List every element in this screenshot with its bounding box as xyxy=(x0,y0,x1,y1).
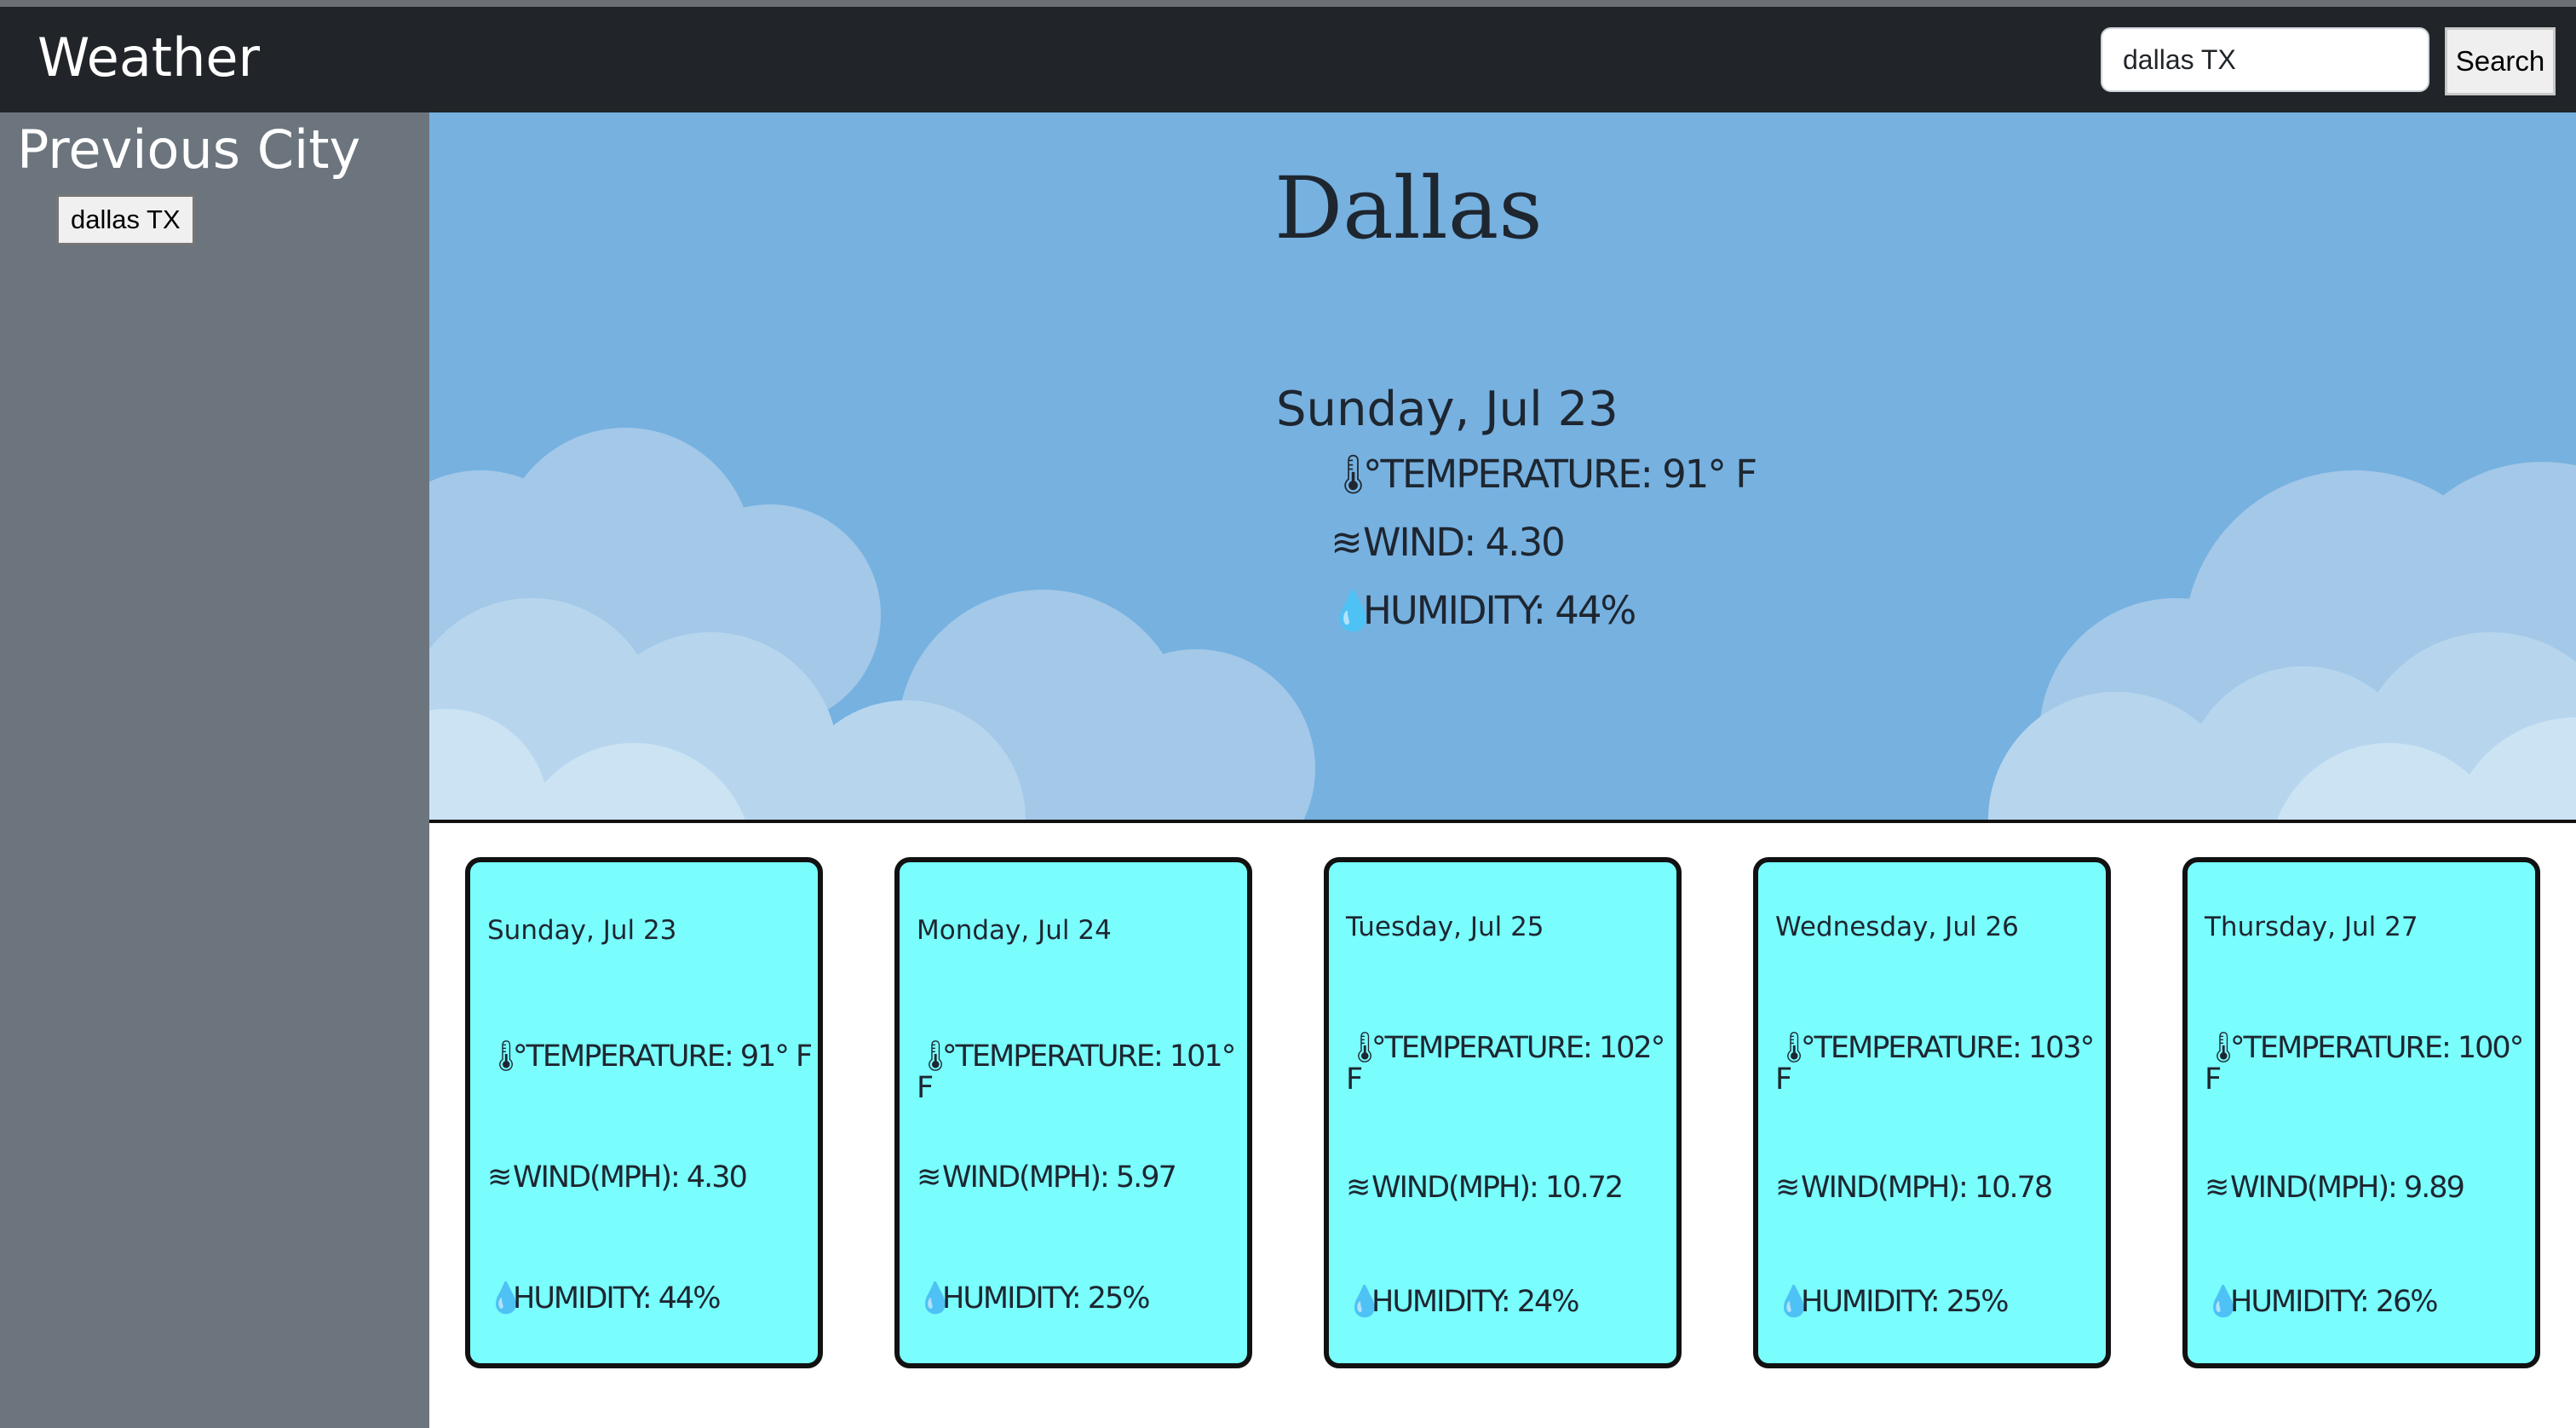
forecast-humidity: 💧HUMIDITY: 26% xyxy=(2205,1287,2537,1318)
forecast-date: Tuesday, Jul 25 xyxy=(1346,912,1544,942)
history-city-button[interactable]: dallas TX xyxy=(56,194,195,245)
forecast-card: Tuesday, Jul 25 🌡°TEMPERATURE: 102° F ≋W… xyxy=(1324,857,1682,1368)
forecast-wind: ≋WIND(MPH): 5.97 xyxy=(917,1162,1249,1194)
forecast-temperature: 🌡°TEMPERATURE: 91° F xyxy=(487,1041,819,1073)
forecast-humidity: 💧HUMIDITY: 25% xyxy=(1775,1287,2107,1318)
search-input[interactable] xyxy=(2101,27,2429,92)
forecast-temperature: 🌡°TEMPERATURE: 102° F xyxy=(1346,1033,1678,1096)
wind-icon: ≋ xyxy=(487,1160,512,1195)
current-humidity-text: HUMIDITY: 44% xyxy=(1363,588,1636,633)
sidebar-title: Previous City xyxy=(17,118,361,181)
current-humidity: 💧HUMIDITY: 44% xyxy=(1329,588,1636,633)
forecast-wind-text: WIND(MPH): 9.89 xyxy=(2230,1171,2465,1205)
wind-icon: ≋ xyxy=(1331,520,1363,565)
forecast-humidity-text: HUMIDITY: 26% xyxy=(2230,1285,2439,1319)
forecast-wind: ≋WIND(MPH): 10.72 xyxy=(1346,1172,1678,1204)
search-button[interactable]: Search xyxy=(2445,27,2556,95)
droplet-icon: 💧 xyxy=(1329,588,1377,633)
thermometer-icon: 🌡 xyxy=(2205,1031,2242,1065)
thermometer-icon: 🌡 xyxy=(1346,1031,1383,1065)
forecast-humidity-text: HUMIDITY: 25% xyxy=(942,1281,1151,1316)
current-temperature: 🌡°TEMPERATURE: 91° F xyxy=(1329,452,1757,497)
forecast-humidity-text: HUMIDITY: 44% xyxy=(513,1281,722,1316)
forecast-wind-text: WIND(MPH): 10.72 xyxy=(1371,1171,1624,1205)
forecast-card: Wednesday, Jul 26 🌡°TEMPERATURE: 103° F … xyxy=(1753,857,2111,1368)
navbar: Weather Search xyxy=(0,7,2576,112)
wind-icon: ≋ xyxy=(1346,1171,1371,1205)
forecast-temperature-text: °TEMPERATURE: 100° F xyxy=(2205,1031,2524,1097)
wind-icon: ≋ xyxy=(2205,1171,2229,1205)
thermometer-icon: 🌡 xyxy=(1329,452,1377,497)
forecast-wind: ≋WIND(MPH): 10.78 xyxy=(1775,1172,2107,1204)
forecast-temperature-text: °TEMPERATURE: 102° F xyxy=(1346,1031,1665,1097)
forecast-temperature-text: °TEMPERATURE: 91° F xyxy=(513,1039,813,1074)
forecast-humidity: 💧HUMIDITY: 24% xyxy=(1346,1287,1678,1318)
forecast-temperature: 🌡°TEMPERATURE: 101° F xyxy=(917,1041,1249,1104)
forecast-card: Sunday, Jul 23 🌡°TEMPERATURE: 91° F ≋WIN… xyxy=(465,857,823,1368)
current-city-name: Dallas xyxy=(1274,158,1543,258)
forecast-wind-text: WIND(MPH): 10.78 xyxy=(1801,1171,2053,1205)
forecast-temperature-text: °TEMPERATURE: 103° F xyxy=(1775,1031,2095,1097)
sidebar: Previous City dallas TX xyxy=(0,112,429,1428)
brand-title: Weather xyxy=(37,26,261,89)
wind-icon: ≋ xyxy=(1775,1171,1800,1205)
forecast-humidity-text: HUMIDITY: 25% xyxy=(1801,1285,2010,1319)
forecast-date: Wednesday, Jul 26 xyxy=(1775,912,2019,942)
droplet-icon: 💧 xyxy=(2205,1285,2242,1319)
forecast-temperature: 🌡°TEMPERATURE: 100° F xyxy=(2205,1033,2537,1096)
forecast-date: Thursday, Jul 27 xyxy=(2205,912,2418,942)
thermometer-icon: 🌡 xyxy=(487,1039,525,1074)
window-top-edge xyxy=(0,0,2576,7)
forecast-humidity: 💧HUMIDITY: 25% xyxy=(917,1283,1249,1315)
forecast-wind: ≋WIND(MPH): 4.30 xyxy=(487,1162,819,1194)
wind-icon: ≋ xyxy=(917,1160,941,1195)
droplet-icon: 💧 xyxy=(1775,1285,1813,1319)
forecast-humidity-text: HUMIDITY: 24% xyxy=(1371,1285,1580,1319)
forecast-humidity: 💧HUMIDITY: 44% xyxy=(487,1283,819,1315)
current-date: Sunday, Jul 23 xyxy=(1276,382,1619,437)
current-wind: ≋WIND: 4.30 xyxy=(1329,520,1566,565)
forecast-card: Monday, Jul 24 🌡°TEMPERATURE: 101° F ≋WI… xyxy=(894,857,1252,1368)
forecast-date: Sunday, Jul 23 xyxy=(487,915,677,946)
droplet-icon: 💧 xyxy=(1346,1285,1383,1319)
current-temperature-text: °TEMPERATURE: 91° F xyxy=(1363,452,1757,497)
forecast-temperature-text: °TEMPERATURE: 101° F xyxy=(917,1039,1236,1105)
forecast-card: Thursday, Jul 27 🌡°TEMPERATURE: 100° F ≋… xyxy=(2182,857,2540,1368)
forecast-wind: ≋WIND(MPH): 9.89 xyxy=(2205,1172,2537,1204)
hero-divider xyxy=(429,820,2576,823)
thermometer-icon: 🌡 xyxy=(917,1039,954,1074)
current-wind-text: WIND: 4.30 xyxy=(1363,520,1566,565)
droplet-icon: 💧 xyxy=(917,1281,954,1316)
forecast-temperature: 🌡°TEMPERATURE: 103° F xyxy=(1775,1033,2107,1096)
forecast-wind-text: WIND(MPH): 5.97 xyxy=(942,1160,1177,1195)
droplet-icon: 💧 xyxy=(487,1281,525,1316)
forecast-wind-text: WIND(MPH): 4.30 xyxy=(513,1160,748,1195)
thermometer-icon: 🌡 xyxy=(1775,1031,1813,1065)
forecast-date: Monday, Jul 24 xyxy=(917,915,1112,946)
